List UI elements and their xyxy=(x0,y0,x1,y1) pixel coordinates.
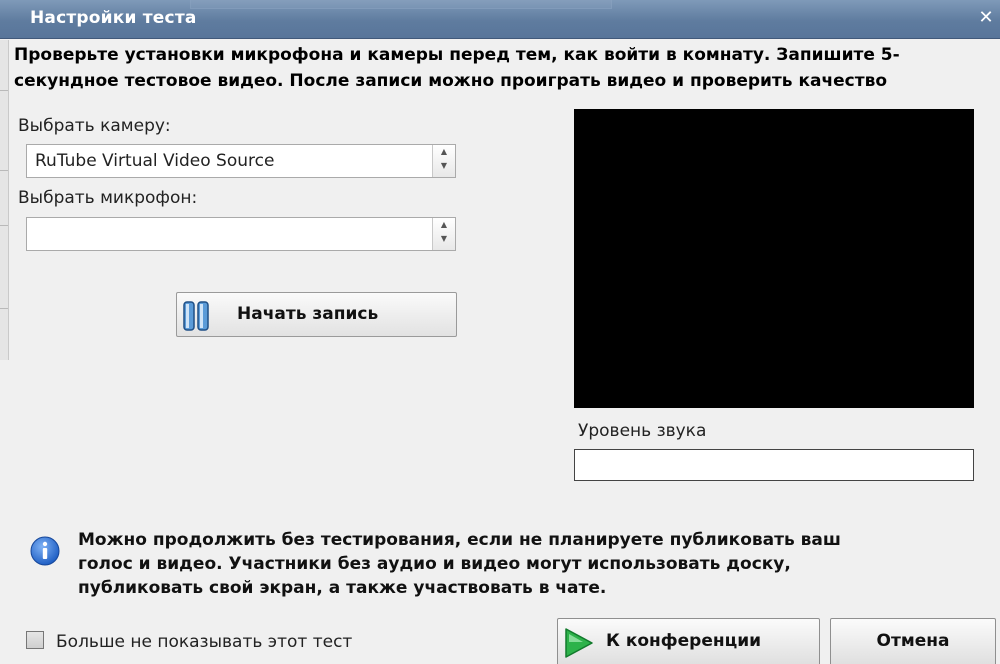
spinner-down-icon[interactable]: ▼ xyxy=(433,159,455,173)
camera-select-spinner[interactable]: ▲ ▼ xyxy=(432,145,455,177)
dialog-title: Настройки теста xyxy=(30,8,197,28)
camera-select[interactable]: RuTube Virtual Video Source ▲ ▼ xyxy=(26,144,456,178)
start-recording-label: Начать запись xyxy=(237,304,379,324)
sound-level-label: Уровень звука xyxy=(578,421,707,441)
close-icon[interactable]: ✕ xyxy=(974,6,998,30)
spinner-down-icon[interactable]: ▼ xyxy=(433,232,455,246)
cancel-label: Отмена xyxy=(876,631,950,651)
spinner-up-icon[interactable]: ▲ xyxy=(433,145,455,159)
background-divider xyxy=(0,170,8,171)
video-preview xyxy=(574,109,974,408)
sound-level-meter xyxy=(574,449,974,481)
microphone-select[interactable]: ▲ ▼ xyxy=(26,217,456,251)
play-arrow-icon xyxy=(565,628,593,658)
info-icon xyxy=(30,536,60,566)
to-conference-button[interactable]: К конференции xyxy=(557,618,820,664)
camera-label: Выбрать камеру: xyxy=(18,116,171,136)
instructions-text: Проверьте установки микрофона и камеры п… xyxy=(14,45,900,91)
info-message: Можно продолжить без тестирования, если … xyxy=(78,530,841,598)
cancel-button[interactable]: Отмена xyxy=(830,618,996,664)
background-divider xyxy=(0,90,8,91)
dont-show-label[interactable]: Больше не показывать этот тест xyxy=(56,632,352,652)
background-panel-edge xyxy=(0,40,9,360)
start-recording-button[interactable]: Начать запись xyxy=(176,292,457,337)
background-window-edge xyxy=(190,0,612,9)
background-divider xyxy=(0,225,8,226)
microphone-select-spinner[interactable]: ▲ ▼ xyxy=(432,218,455,250)
to-conference-label: К конференции xyxy=(606,631,762,651)
dont-show-checkbox[interactable] xyxy=(26,631,44,649)
pause-icon xyxy=(183,301,209,331)
spinner-up-icon[interactable]: ▲ xyxy=(433,218,455,232)
camera-select-value: RuTube Virtual Video Source xyxy=(35,151,275,171)
title-bar[interactable]: Настройки теста ✕ xyxy=(0,0,1000,39)
test-settings-dialog: Настройки теста ✕ Проверьте установки ми… xyxy=(0,0,1000,664)
background-divider xyxy=(0,308,8,309)
microphone-label: Выбрать микрофон: xyxy=(18,188,198,208)
